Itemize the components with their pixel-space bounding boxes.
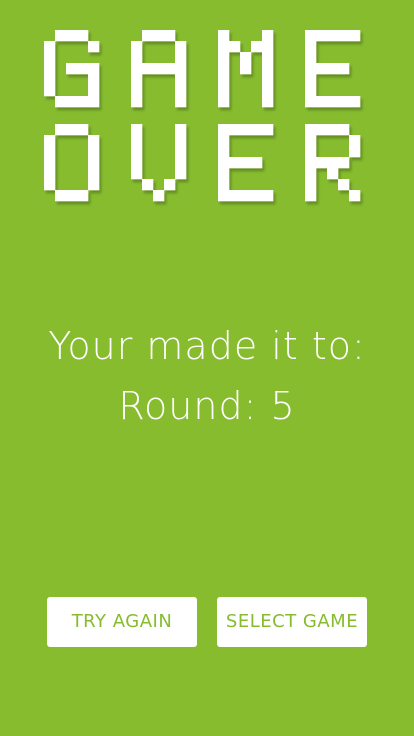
title-letter-a [131,30,187,108]
made-it-text: Your made it to: [48,324,366,368]
title-letter-e [305,30,361,108]
title-letter-e [218,124,274,202]
game-over-title: GAME OVER [44,30,361,202]
game-over-screen: GAME OVER Your made it to: Round: 5 TRY … [0,0,414,736]
round-value: 5 [270,384,296,428]
title-letter-v [131,124,187,202]
try-again-button[interactable]: TRY AGAIN [47,597,197,647]
pixel-title-art [44,30,361,202]
title-letter-m [218,30,274,108]
round-result: Round: 5 [0,382,414,430]
title-letter-o [44,124,100,202]
select-game-button[interactable]: SELECT GAME [217,597,367,647]
title-letter-g [44,30,100,108]
title-letter-r [305,124,361,202]
round-label: Round: [118,384,258,428]
